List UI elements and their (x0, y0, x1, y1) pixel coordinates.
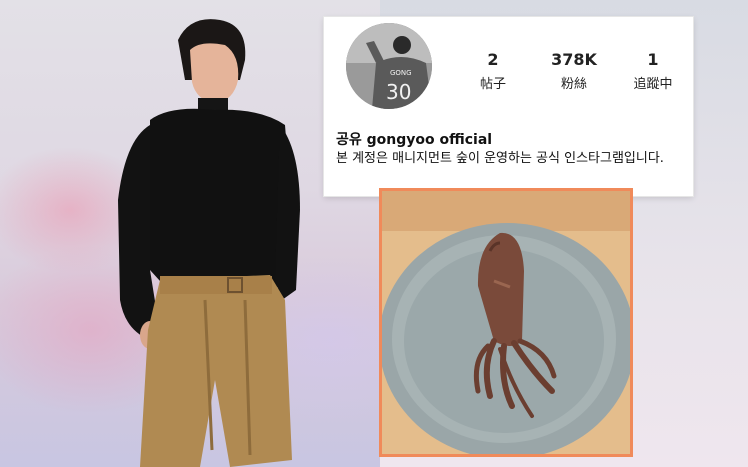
avatar-image: GONG 30 (346, 23, 432, 109)
profile-card: GONG 30 2 帖子 378K 粉絲 1 追蹤中 공유 gongyoo of… (324, 17, 693, 196)
following-label: 追蹤中 (633, 77, 673, 92)
posts-label: 帖子 (479, 77, 506, 92)
jersey-name: GONG (390, 69, 412, 77)
profile-bio: 본 계정은 매니지먼트 숲이 운영하는 공식 인스타그램입니다. (336, 151, 664, 166)
squid-plate-image (382, 191, 630, 454)
portrait-photo (0, 0, 380, 467)
posts-stat[interactable]: 2 帖子 (463, 50, 523, 92)
followers-label: 粉絲 (560, 77, 587, 92)
person-figure (118, 19, 300, 467)
posts-count: 2 (487, 50, 499, 69)
followers-count: 378K (551, 50, 597, 69)
food-photo (379, 188, 633, 457)
profile-name: 공유 gongyoo official (336, 132, 493, 148)
followers-stat[interactable]: 378K 粉絲 (544, 50, 604, 92)
following-count: 1 (647, 50, 659, 69)
profile-avatar[interactable]: GONG 30 (346, 23, 432, 109)
following-stat[interactable]: 1 追蹤中 (623, 50, 683, 92)
jersey-number: 30 (386, 80, 411, 104)
